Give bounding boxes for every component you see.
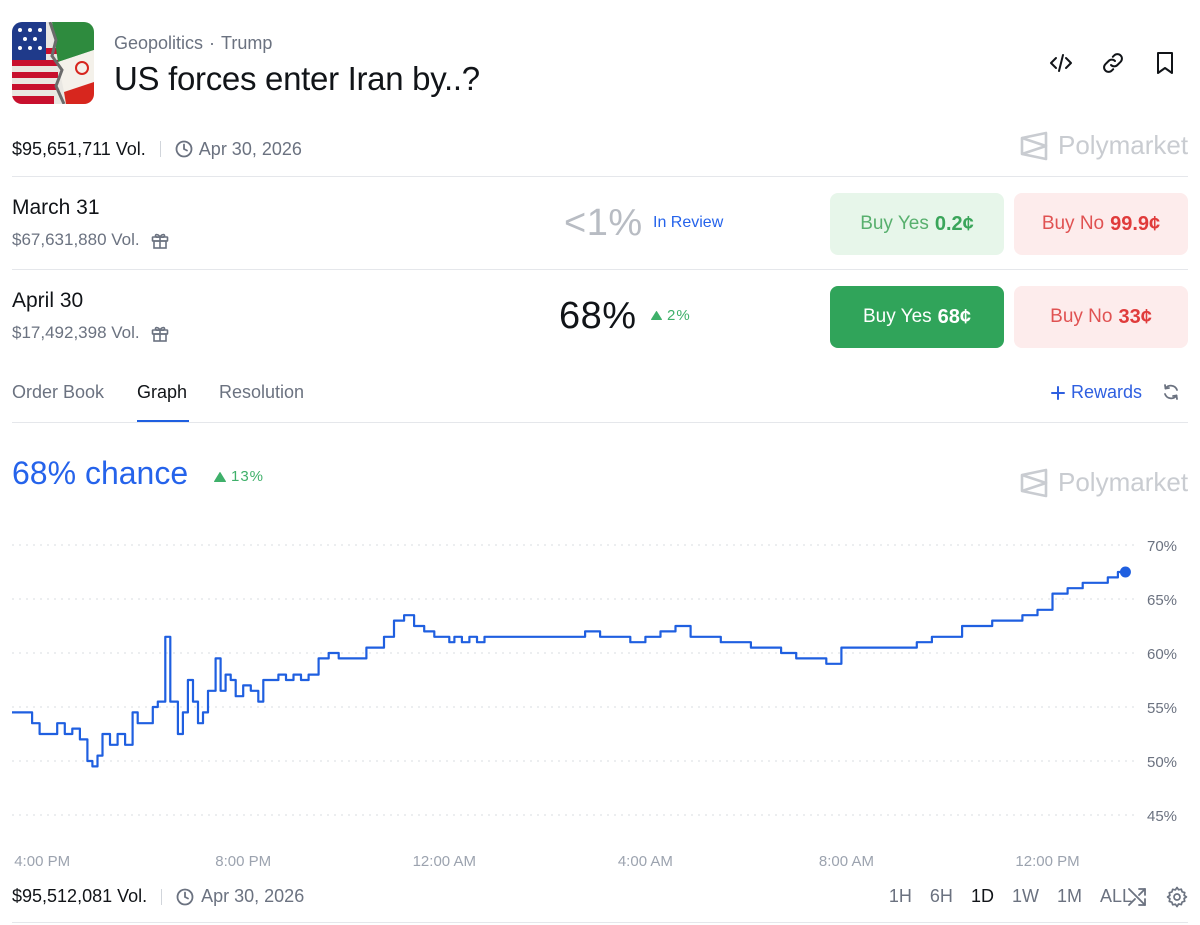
y-tick-label: 55% [1147, 700, 1177, 717]
link-icon[interactable] [1100, 50, 1126, 76]
price-chart[interactable]: 70% 65% 60% 55% 50% 45% 4:00 PM 8:00 PM 12:00 AM… [0, 520, 1200, 872]
x-tick-label: 4:00 AM [618, 853, 673, 870]
percent-change: 2% [651, 307, 691, 324]
time-range-selector: 1H 6H 1D 1W 1M ALL [889, 886, 1132, 907]
refresh-icon[interactable] [1162, 383, 1180, 406]
divider [12, 176, 1188, 177]
footer-meta: $95,512,081 Vol. Apr 30, 2026 [12, 886, 304, 907]
x-tick-label: 4:00 PM [14, 853, 70, 870]
market-header: Geopolitics · Trump US forces enter Iran b… [12, 22, 1188, 106]
range-6h[interactable]: 6H [930, 886, 953, 907]
market-row-march-31[interactable]: March 31 $67,631,880 Vol. <1% In Review … [12, 178, 1188, 270]
chance-value: 68% chance [12, 455, 189, 491]
clock-icon [175, 140, 193, 158]
polymarket-watermark: Polymarket [1020, 467, 1188, 498]
buy-yes-button[interactable]: Buy Yes 68¢ [830, 286, 1004, 348]
range-1d[interactable]: 1D [971, 886, 994, 907]
total-volume: $95,651,711 Vol. [12, 138, 146, 159]
tab-graph[interactable]: Graph [137, 382, 187, 403]
buy-yes-label: Buy Yes [862, 306, 932, 327]
buy-no-button[interactable]: Buy No 99.9¢ [1014, 193, 1188, 255]
buy-no-price: 99.9¢ [1110, 212, 1161, 235]
x-tick-label: 12:00 PM [1015, 853, 1079, 870]
tab-resolution[interactable]: Resolution [219, 382, 304, 403]
divider [161, 888, 163, 905]
divider [159, 141, 161, 157]
market-percent: <1% [564, 202, 643, 244]
series-line [12, 570, 1126, 768]
x-tick-label: 8:00 PM [215, 853, 271, 870]
market-volume-row: $67,631,880 Vol. [12, 230, 170, 250]
market-volume: $17,492,398 Vol. [12, 323, 140, 342]
embed-icon[interactable] [1048, 50, 1074, 76]
footer-date: Apr 30, 2026 [201, 886, 305, 906]
current-point [1119, 566, 1131, 578]
y-tick-label: 60% [1147, 646, 1177, 663]
market-thumbnail [12, 22, 94, 104]
market-row-april-30[interactable]: April 30 $17,492,398 Vol. 68% 2% Buy Yes… [12, 271, 1188, 363]
chart-footer: $95,512,081 Vol. Apr 30, 2026 1H 6H 1D 1… [12, 886, 1188, 912]
tab-order-book[interactable]: Order Book [12, 382, 104, 403]
y-tick-label: 70% [1147, 538, 1177, 555]
market-name: March 31 [12, 196, 100, 219]
shuffle-icon[interactable] [1126, 886, 1148, 908]
market-percent: 68% [559, 295, 637, 337]
breadcrumb-tag[interactable]: Trump [221, 33, 272, 53]
breadcrumb-separator: · [209, 33, 216, 53]
buy-yes-button[interactable]: Buy Yes 0.2¢ [830, 193, 1004, 255]
breadcrumb: Geopolitics · Trump [114, 33, 272, 54]
range-1m[interactable]: 1M [1057, 886, 1082, 907]
divider [12, 422, 1188, 423]
chance-change: 13% [214, 468, 264, 485]
rewards-button[interactable]: Rewards [1050, 382, 1142, 403]
polymarket-wordmark: Polymarket [1058, 130, 1189, 160]
gift-icon[interactable] [150, 323, 170, 343]
market-volume: $67,631,880 Vol. [12, 230, 140, 249]
polymarket-wordmark: Polymarket [1058, 467, 1189, 497]
range-1h[interactable]: 1H [889, 886, 912, 907]
buy-yes-price: 68¢ [937, 305, 972, 328]
buy-no-button[interactable]: Buy No 33¢ [1014, 286, 1188, 348]
triangle-up-icon [214, 471, 226, 482]
divider [12, 269, 1188, 270]
chance-change-value: 13% [231, 468, 265, 485]
x-tick-label: 8:00 AM [819, 853, 874, 870]
header-actions [1048, 50, 1178, 76]
end-date-text: Apr 30, 2026 [198, 138, 302, 159]
x-tick-label: 12:00 AM [413, 853, 476, 870]
market-name: April 30 [12, 289, 84, 312]
status-badge: In Review [653, 214, 724, 231]
market-volume-row: $17,492,398 Vol. [12, 323, 170, 343]
y-tick-label: 45% [1147, 808, 1177, 825]
polymarket-logo [1020, 468, 1048, 497]
chart-tools [1126, 886, 1188, 908]
market-meta: $95,651,711 Vol. Apr 30, 2026 [12, 136, 302, 162]
buy-yes-label: Buy Yes [860, 213, 929, 234]
percent-change-value: 2% [667, 307, 691, 324]
end-date: Apr 30, 2026 [175, 139, 302, 160]
y-tick-label: 50% [1147, 754, 1177, 771]
triangle-up-icon [651, 311, 662, 320]
range-1w[interactable]: 1W [1012, 886, 1039, 907]
polymarket-watermark: Polymarket [1020, 130, 1188, 161]
polymarket-logo [1020, 131, 1048, 160]
plus-icon [1050, 385, 1065, 400]
y-tick-label: 65% [1147, 592, 1177, 609]
page-title: US forces enter Iran by..? [114, 60, 480, 97]
buy-no-label: Buy No [1041, 213, 1105, 234]
gift-icon[interactable] [150, 230, 170, 250]
bookmark-icon[interactable] [1152, 50, 1178, 76]
buy-no-label: Buy No [1050, 306, 1113, 327]
tab-bar: Order Book Graph Resolution Rewards [12, 378, 1188, 424]
breadcrumb-category[interactable]: Geopolitics [114, 33, 203, 53]
gear-icon[interactable] [1166, 886, 1188, 908]
rewards-label: Rewards [1070, 382, 1142, 402]
divider [12, 922, 1188, 923]
buy-yes-price: 0.2¢ [934, 212, 974, 235]
footer-volume: $95,512,081 Vol. [12, 886, 148, 906]
clock-icon [176, 888, 194, 905]
buy-no-price: 33¢ [1118, 305, 1152, 328]
